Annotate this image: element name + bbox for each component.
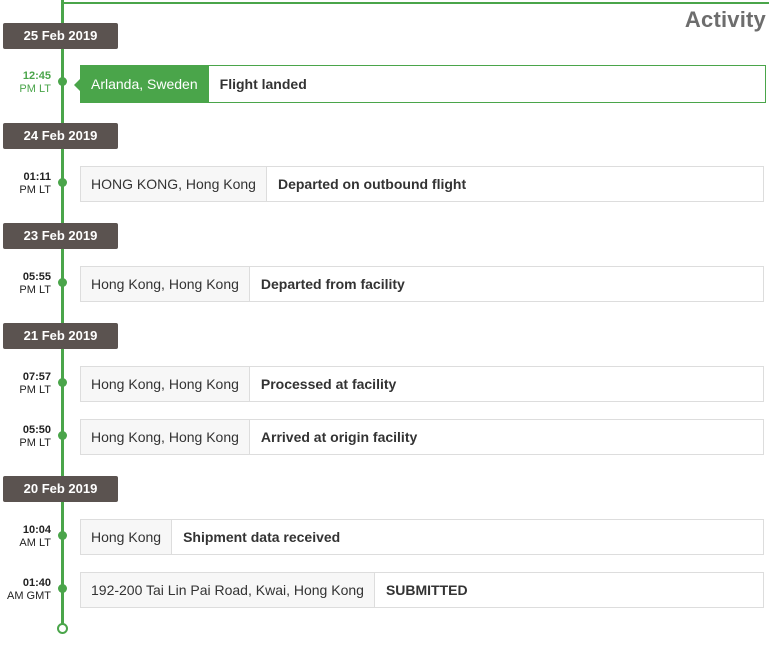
event-time-value: 05:50 <box>22 424 51 436</box>
event-location: Hong Kong, Hong Kong <box>81 420 250 454</box>
activity-row[interactable]: Hong Kong, Hong Kong Departed from facil… <box>80 266 764 302</box>
activity-row[interactable]: 192-200 Tai Lin Pai Road, Kwai, Hong Kon… <box>80 572 764 608</box>
event-time: 10:04 AM LT <box>0 524 51 550</box>
activity-row[interactable]: HONG KONG, Hong Kong Departed on outboun… <box>80 166 764 202</box>
event-time-value: 01:40 <box>22 577 51 589</box>
date-badge: 21 Feb 2019 <box>3 323 118 349</box>
event-time-zone: AM GMT <box>7 590 51 602</box>
date-badge: 23 Feb 2019 <box>3 223 118 249</box>
event-status: Processed at facility <box>260 376 397 392</box>
timeline-dot <box>58 77 67 86</box>
event-time: 01:40 AM GMT <box>0 577 51 603</box>
event-location: Hong Kong, Hong Kong <box>81 267 250 301</box>
event-status: Arrived at origin facility <box>260 429 418 445</box>
timeline-end-marker <box>57 623 68 634</box>
timeline-dot <box>58 178 67 187</box>
activity-row[interactable]: Hong Kong, Hong Kong Arrived at origin f… <box>80 419 764 455</box>
event-time-value: 07:57 <box>22 371 51 383</box>
event-time-value: 10:04 <box>22 524 51 536</box>
event-time-zone: PM LT <box>19 384 51 396</box>
event-time-value: 12:45 <box>22 70 51 82</box>
event-time-zone: PM LT <box>19 437 51 449</box>
event-status: SUBMITTED <box>385 582 468 598</box>
event-time: 07:57 PM LT <box>0 371 51 397</box>
timeline-dot <box>58 278 67 287</box>
activity-row[interactable]: Hong Kong Shipment data received <box>80 519 764 555</box>
event-location: Hong Kong <box>81 520 173 554</box>
timeline-dot <box>58 531 67 540</box>
event-time-zone: AM LT <box>19 537 51 549</box>
event-location: HONG KONG, Hong Kong <box>81 167 267 201</box>
event-time: 05:55 PM LT <box>0 271 51 297</box>
activity-row[interactable]: Hong Kong, Hong Kong Processed at facili… <box>80 366 764 402</box>
pointer-arrow-icon <box>74 78 81 92</box>
date-badge: 24 Feb 2019 <box>3 123 118 149</box>
activity-panel: Activity 25 Feb 2019 12:45 PM LT Arlanda… <box>0 0 784 647</box>
event-location: Hong Kong, Hong Kong <box>81 367 250 401</box>
date-badge: 20 Feb 2019 <box>3 476 118 502</box>
timeline-dot <box>58 584 67 593</box>
event-location: 192-200 Tai Lin Pai Road, Kwai, Hong Kon… <box>81 573 375 607</box>
event-status: Shipment data received <box>183 529 341 545</box>
event-time-zone: PM LT <box>19 284 51 296</box>
timeline-dot <box>58 431 67 440</box>
event-time-zone: PM LT <box>19 184 51 196</box>
page-title: Activity <box>684 7 766 32</box>
timeline-dot <box>58 378 67 387</box>
event-time: 12:45 PM LT <box>0 70 51 96</box>
top-divider <box>64 2 769 4</box>
date-badge: 25 Feb 2019 <box>3 23 118 49</box>
event-status: Departed on outbound flight <box>277 176 467 192</box>
event-time-value: 01:11 <box>23 171 51 183</box>
event-time: 01:11 PM LT <box>0 171 51 197</box>
event-status: Flight landed <box>219 76 307 92</box>
event-location: Arlanda, Sweden <box>81 66 209 102</box>
activity-row[interactable]: Arlanda, Sweden Flight landed <box>74 65 766 103</box>
event-time-value: 05:55 <box>22 271 51 283</box>
event-time: 05:50 PM LT <box>0 424 51 450</box>
event-time-zone: PM LT <box>19 83 51 95</box>
event-status: Departed from facility <box>260 276 405 292</box>
